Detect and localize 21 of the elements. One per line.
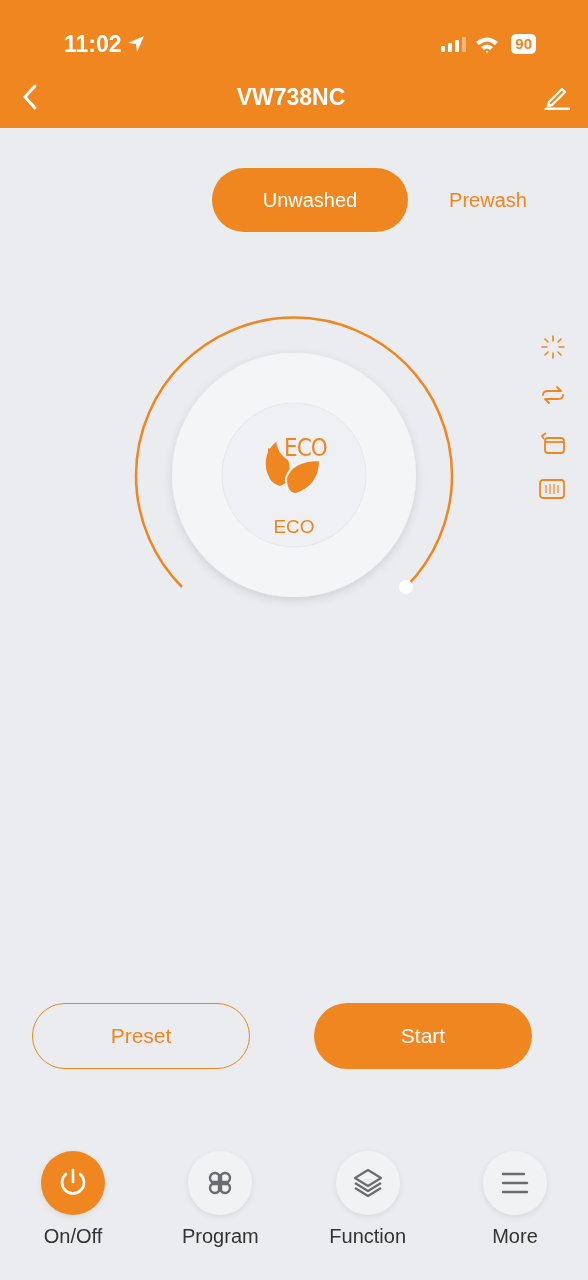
wifi-icon: [475, 35, 500, 53]
battery-icon: 90: [511, 34, 536, 54]
nav-label: On/Off: [43, 1225, 103, 1248]
rack-icon[interactable]: [538, 478, 566, 500]
nav-label: Function: [329, 1225, 406, 1248]
basket-icon[interactable]: [538, 430, 566, 456]
device-title: VW738NC: [236, 83, 346, 111]
mode-tab[interactable]: Prewash: [428, 168, 548, 232]
sparkle-icon[interactable]: [540, 334, 566, 360]
signal-icon: [441, 36, 468, 52]
nav-button[interactable]: [41, 1151, 105, 1215]
program-label: ECO: [273, 516, 315, 538]
nav-button[interactable]: [483, 1151, 547, 1215]
back-icon[interactable]: [22, 84, 38, 110]
nav-label: More: [492, 1225, 538, 1248]
status-time: 11:02: [64, 30, 122, 58]
layers-icon: [351, 1167, 384, 1199]
nav-label: Program: [182, 1225, 259, 1248]
eco-logo: ECO: [262, 438, 326, 498]
start-button[interactable]: Start: [314, 1003, 532, 1069]
mode-tab[interactable]: Unwashed: [212, 168, 408, 232]
